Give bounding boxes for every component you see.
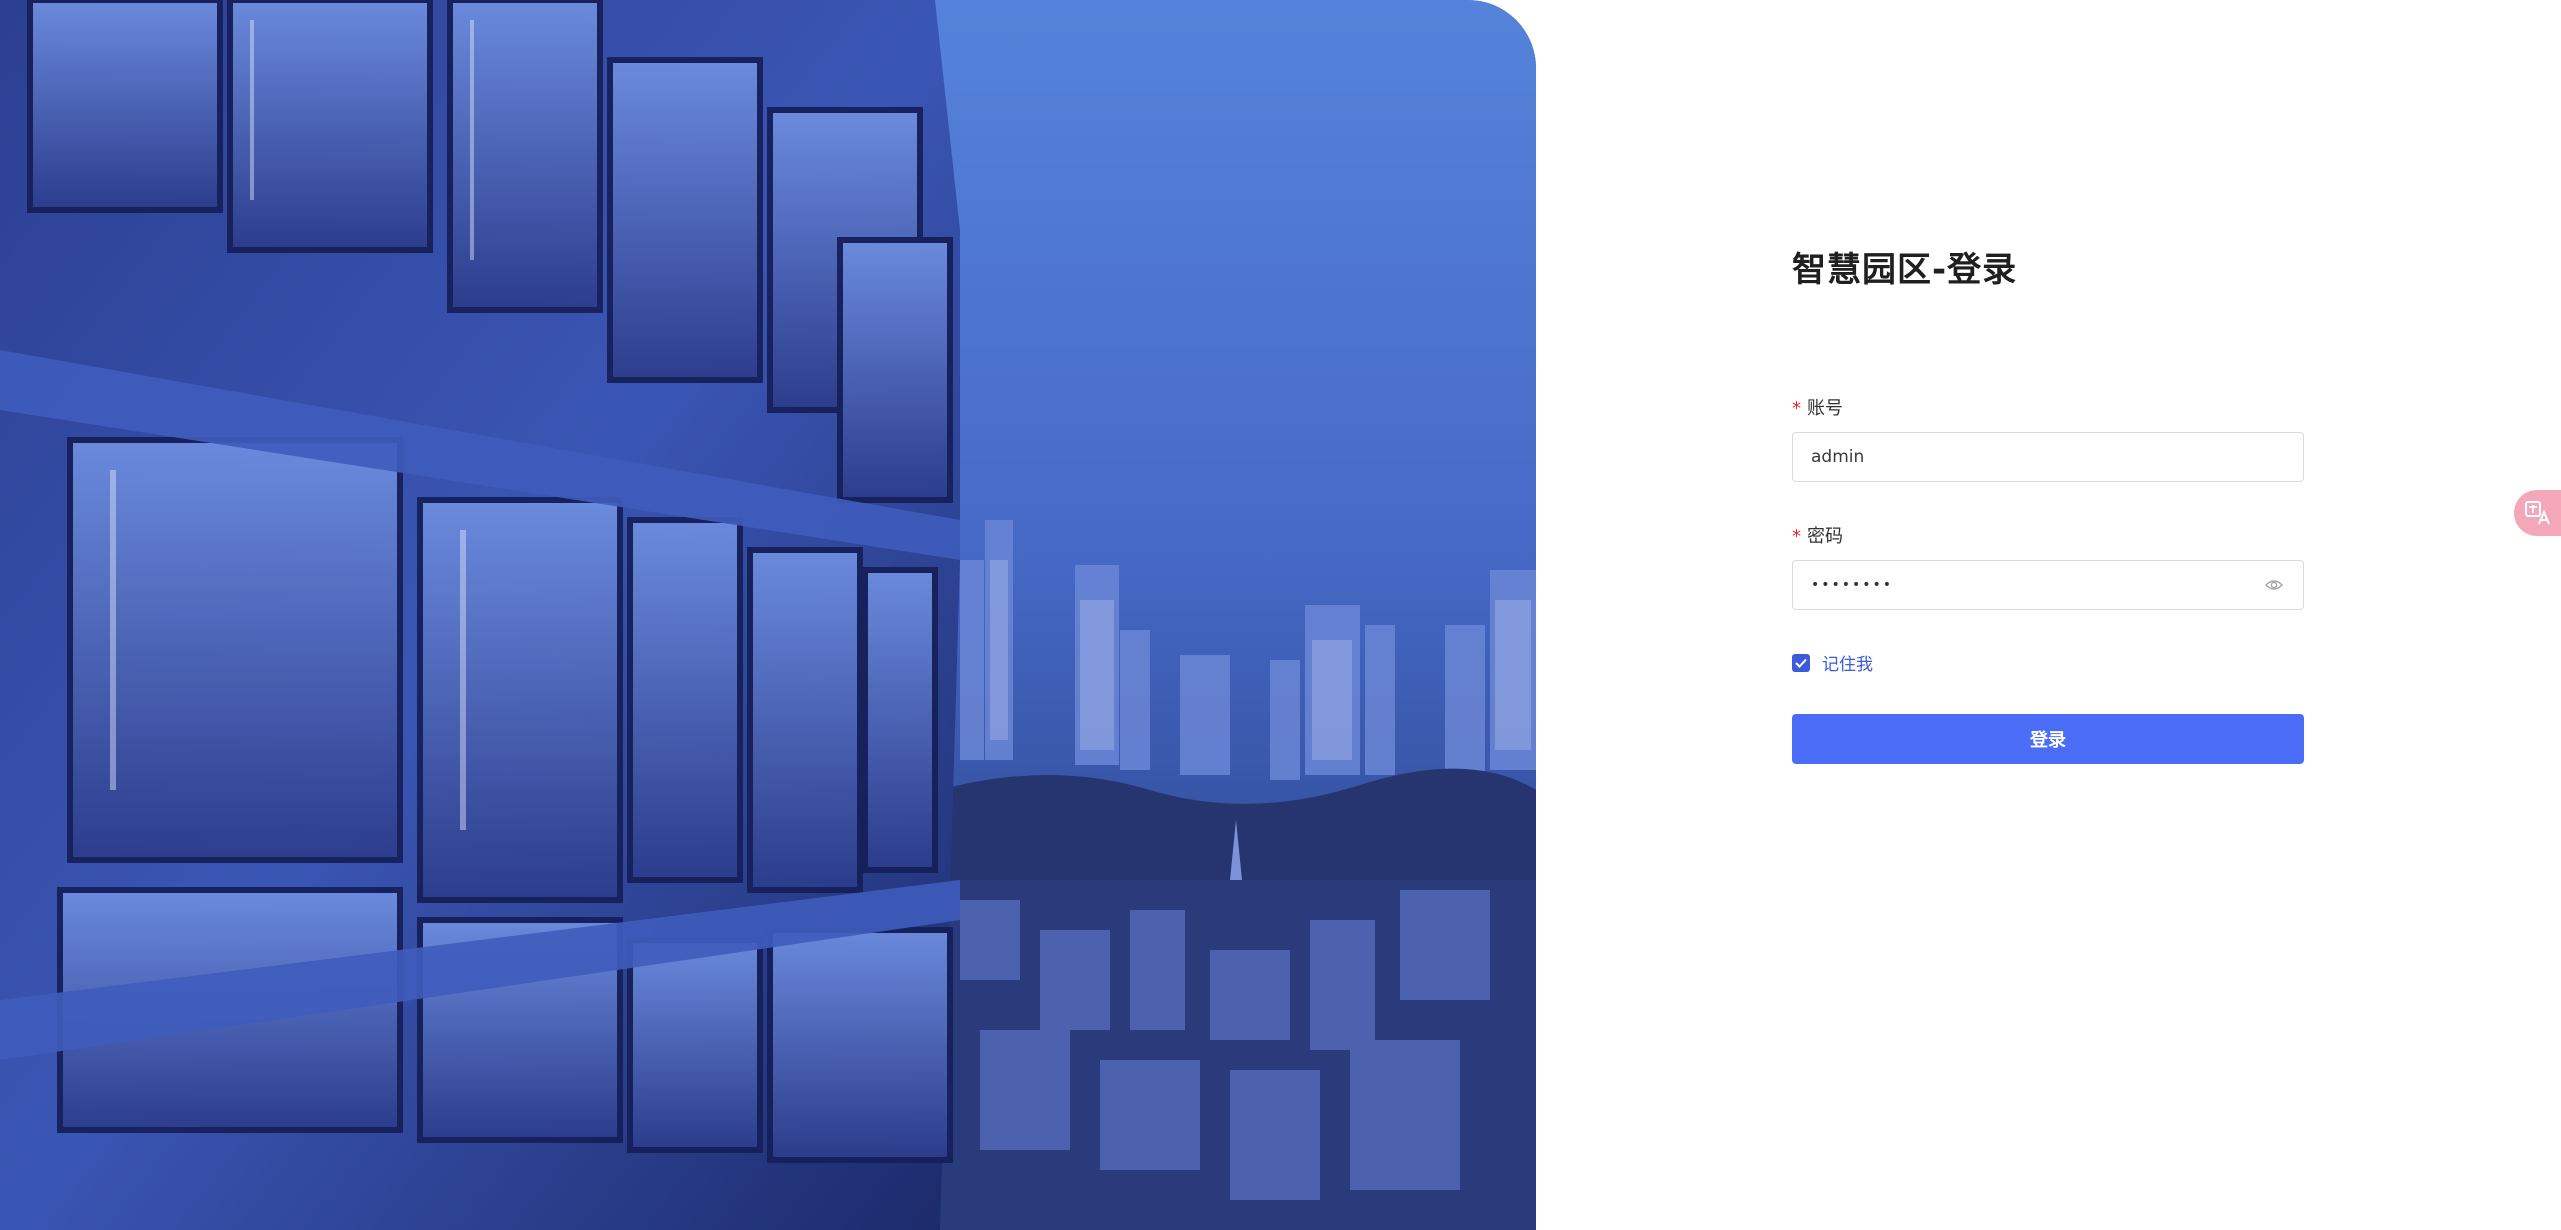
- login-button[interactable]: 登录: [1792, 714, 2304, 764]
- password-input-value: ••••••••: [1811, 577, 1894, 593]
- remember-checkbox[interactable]: [1792, 653, 1810, 672]
- password-label: * 密码: [1792, 522, 1843, 548]
- cityscape-illustration: [0, 0, 1536, 1230]
- translate-icon: [2525, 501, 2550, 525]
- account-label-text: 账号: [1807, 398, 1843, 419]
- password-label-text: 密码: [1807, 526, 1843, 547]
- eye-icon[interactable]: [2263, 574, 2285, 596]
- remember-label: 记住我: [1822, 655, 1873, 675]
- account-input[interactable]: admin: [1792, 432, 2304, 482]
- account-label: * 账号: [1792, 394, 1843, 420]
- remember-me[interactable]: 记住我: [1792, 650, 1873, 675]
- required-mark: *: [1792, 398, 1801, 419]
- account-input-value: admin: [1811, 447, 1865, 467]
- login-page: 智慧园区-登录 * 账号 admin * 密码 •••••••• 记住我 登录: [0, 0, 2561, 1230]
- translate-widget[interactable]: [2514, 490, 2561, 536]
- required-mark: *: [1792, 526, 1801, 547]
- page-title: 智慧园区-登录: [1792, 250, 2018, 290]
- check-icon: [1795, 658, 1807, 668]
- password-input[interactable]: ••••••••: [1792, 560, 2304, 610]
- hero-image: [0, 0, 1536, 1230]
